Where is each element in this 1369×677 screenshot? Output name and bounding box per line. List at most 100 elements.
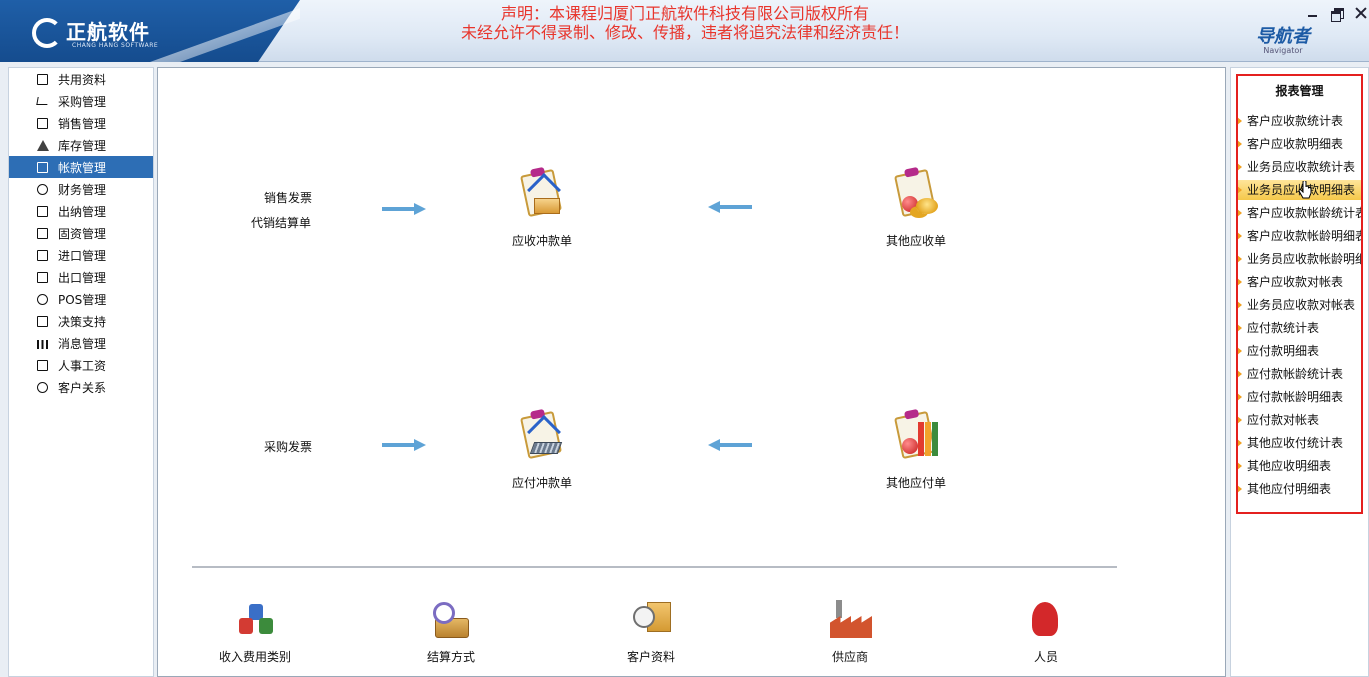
sidebar-item-pos[interactable]: POS管理 xyxy=(9,288,153,310)
sidebar-item-label: 消息管理 xyxy=(58,336,107,351)
report-item[interactable]: 应付款帐龄明细表 xyxy=(1238,387,1361,407)
sales-icon xyxy=(37,117,48,129)
tile-receivable-offset[interactable]: 应收冲款单 xyxy=(492,168,592,249)
sidebar-item-inventory[interactable]: 库存管理 xyxy=(9,134,153,156)
sidebar-item-fixed-assets[interactable]: 固资管理 xyxy=(9,222,153,244)
flow-label-sales-invoice[interactable]: 销售发票 xyxy=(264,189,312,206)
report-item[interactable]: 客户应收款统计表 xyxy=(1238,111,1361,131)
sidebar-item-label: POS管理 xyxy=(58,292,107,307)
sidebar-item-cashier[interactable]: 出纳管理 xyxy=(9,200,153,222)
sidebar-item-purchase[interactable]: 采购管理 xyxy=(9,90,153,112)
app-header: 正航软件 CHANG HANG SOFTWARE 声明：本课程归厦门正航软件科技… xyxy=(0,0,1369,62)
flow-label-consignment[interactable]: 代销结算单 xyxy=(251,214,311,231)
tile-staff[interactable]: 人员 xyxy=(996,596,1096,665)
sidebar-item-label: 出口管理 xyxy=(58,270,107,285)
report-panel-title: 报表管理 xyxy=(1275,84,1324,98)
person-icon xyxy=(1018,596,1074,640)
sidebar-item-label: 固资管理 xyxy=(58,226,107,241)
sidebar-item-label: 财务管理 xyxy=(58,182,107,197)
report-item[interactable]: 其他应付明细表 xyxy=(1238,479,1361,499)
hand-cursor-icon xyxy=(1298,181,1312,199)
warehouse-icon xyxy=(37,139,49,151)
decision-icon xyxy=(37,315,48,327)
window-controls xyxy=(1306,6,1368,22)
arrow-left-icon xyxy=(708,439,752,451)
main-panel: 销售发票 代销结算单 应收冲款单 其他应收单 采购发票 应付冲款单 其他应付单 xyxy=(157,67,1226,677)
section-divider xyxy=(192,566,1117,568)
customer-icon xyxy=(37,381,48,393)
document-icon xyxy=(37,73,48,85)
report-item[interactable]: 业务员应收款对帐表 xyxy=(1238,295,1361,315)
copyright-notice: 声明：本课程归厦门正航软件科技有限公司版权所有 未经允许不得录制、修改、传播，违… xyxy=(400,4,970,42)
sidebar-item-label: 客户关系 xyxy=(58,380,107,395)
sidebar-item-import[interactable]: 进口管理 xyxy=(9,244,153,266)
report-item[interactable]: 客户应收款对帐表 xyxy=(1238,272,1361,292)
sidebar-item-messages[interactable]: 消息管理 xyxy=(9,332,153,354)
report-item[interactable]: 业务员应收款帐龄明细 xyxy=(1238,249,1361,269)
asset-icon xyxy=(37,227,48,239)
other-receivable-icon xyxy=(888,168,944,224)
logo-subtitle: CHANG HANG SOFTWARE xyxy=(72,42,159,49)
hr-icon xyxy=(37,359,48,371)
arrow-right-icon xyxy=(382,439,426,451)
tile-payable-offset[interactable]: 应付冲款单 xyxy=(492,410,592,491)
navigator-title: 导航者 xyxy=(1256,26,1310,47)
cashier-icon xyxy=(37,205,48,217)
sidebar-item-accounts[interactable]: 帐款管理 xyxy=(9,156,153,178)
tile-supplier[interactable]: 供应商 xyxy=(800,596,900,665)
sidebar-item-label: 人事工资 xyxy=(58,358,107,373)
sidebar-item-label: 进口管理 xyxy=(58,248,107,263)
arrow-left-icon xyxy=(708,201,752,213)
other-payable-icon xyxy=(888,410,944,466)
sidebar-item-label: 共用资料 xyxy=(58,72,107,87)
report-item[interactable]: 应付款统计表 xyxy=(1238,318,1361,338)
close-icon[interactable] xyxy=(1354,6,1368,20)
navigator-logo: 导航者 Navigator xyxy=(1256,22,1310,55)
report-item[interactable]: 应付款明细表 xyxy=(1238,341,1361,361)
tile-label: 应收冲款单 xyxy=(511,234,572,248)
category-icon xyxy=(227,596,283,640)
tile-label: 其他应付单 xyxy=(885,476,946,490)
tile-label: 收入费用类别 xyxy=(218,650,291,664)
report-item[interactable]: 客户应收款帐龄明细表 xyxy=(1238,226,1361,246)
pos-icon xyxy=(37,293,48,305)
customer-data-icon xyxy=(623,596,679,640)
report-item[interactable]: 客户应收款帐龄统计表 xyxy=(1238,203,1361,223)
sidebar-item-decision[interactable]: 决策支持 xyxy=(9,310,153,332)
settlement-icon xyxy=(423,596,479,640)
import-icon xyxy=(37,249,48,261)
tile-other-receivable[interactable]: 其他应收单 xyxy=(866,168,966,249)
sidebar-item-label: 帐款管理 xyxy=(58,160,107,175)
report-item[interactable]: 其他应收付统计表 xyxy=(1238,433,1361,453)
sidebar-item-label: 销售管理 xyxy=(58,116,107,131)
report-item[interactable]: 应付款帐龄统计表 xyxy=(1238,364,1361,384)
export-icon xyxy=(37,271,48,283)
flow-label-purchase-invoice[interactable]: 采购发票 xyxy=(264,438,312,455)
sidebar-item-label: 出纳管理 xyxy=(58,204,107,219)
tile-settlement-method[interactable]: 结算方式 xyxy=(401,596,501,665)
tile-customer-data[interactable]: 客户资料 xyxy=(601,596,701,665)
sidebar-item-label: 库存管理 xyxy=(58,138,107,153)
sidebar-item-hr[interactable]: 人事工资 xyxy=(9,354,153,376)
report-item[interactable]: 业务员应收款统计表 xyxy=(1238,157,1361,177)
sidebar-item-sales[interactable]: 销售管理 xyxy=(9,112,153,134)
sidebar-item-finance[interactable]: 财务管理 xyxy=(9,178,153,200)
sidebar-item-crm[interactable]: 客户关系 xyxy=(9,376,153,398)
tile-other-payable[interactable]: 其他应付单 xyxy=(866,410,966,491)
factory-icon xyxy=(822,596,878,640)
tile-label: 结算方式 xyxy=(426,650,475,664)
navigator-subtitle: Navigator xyxy=(1263,46,1303,55)
sidebar-item-export[interactable]: 出口管理 xyxy=(9,266,153,288)
ledger-icon xyxy=(37,161,48,173)
minimize-icon[interactable] xyxy=(1306,6,1320,20)
tile-income-expense-category[interactable]: 收入费用类别 xyxy=(205,596,305,665)
report-item[interactable]: 应付款对帐表 xyxy=(1238,410,1361,430)
sidebar-item-label: 决策支持 xyxy=(58,314,107,329)
restore-icon[interactable] xyxy=(1330,6,1344,22)
arrow-right-icon xyxy=(382,203,426,215)
notice-line-2: 未经允许不得录制、修改、传播，违者将追究法律和经济责任！ xyxy=(460,23,909,42)
logo-icon xyxy=(32,18,62,48)
report-item[interactable]: 其他应收明细表 xyxy=(1238,456,1361,476)
report-item[interactable]: 客户应收款明细表 xyxy=(1238,134,1361,154)
sidebar-item-shared-data[interactable]: 共用资料 xyxy=(9,68,153,90)
